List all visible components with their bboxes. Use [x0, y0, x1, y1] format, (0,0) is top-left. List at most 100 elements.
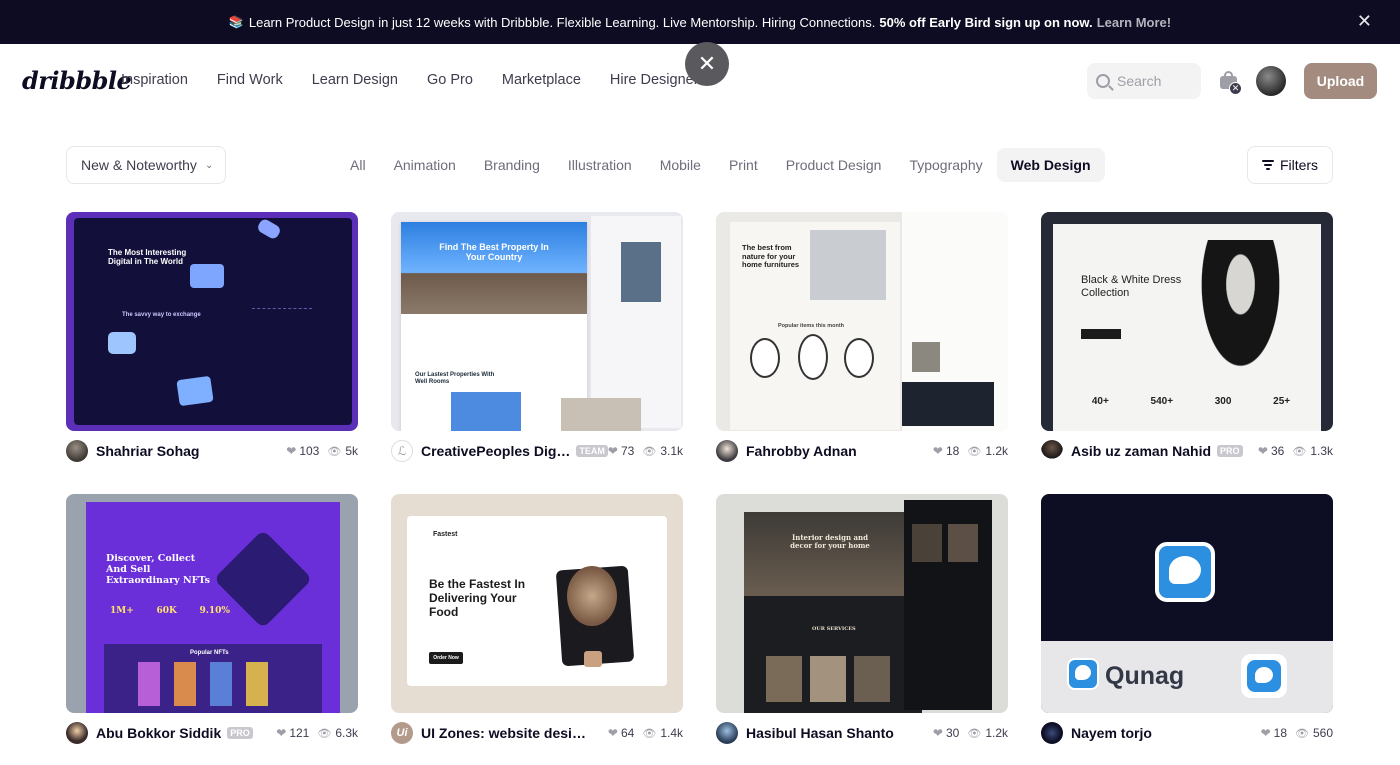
- banner-highlight: 50% off Early Bird sign up on now.: [879, 14, 1093, 30]
- tab-product-design[interactable]: Product Design: [772, 148, 896, 182]
- shot-thumbnail[interactable]: Black & White Dress Collection 40+ 540+ …: [1041, 212, 1333, 431]
- nav-link-marketplace[interactable]: Marketplace: [502, 72, 581, 88]
- dribbble-logo[interactable]: dribbble: [22, 66, 132, 95]
- shot-stats: ❤ 36 👁 1.3k: [1258, 444, 1333, 458]
- tab-animation[interactable]: Animation: [380, 148, 470, 182]
- shot-meta: Hasibul Hasan Shanto ❤ 30 👁 1.2k: [716, 721, 1008, 745]
- search-box[interactable]: [1087, 63, 1201, 99]
- shot-thumbnail[interactable]: Interior design and decor for your home …: [716, 494, 1008, 713]
- shot-art-headline: Discover, Collect And Sell Extraordinary…: [106, 553, 210, 586]
- shot-card: The best from nature for your home furni…: [716, 212, 1008, 462]
- close-icon[interactable]: ✕: [1357, 11, 1372, 32]
- upload-button[interactable]: Upload: [1304, 63, 1377, 99]
- shot-stats: ❤ 18 👁 560: [1261, 726, 1333, 740]
- author-name[interactable]: Nayem torjo: [1071, 725, 1152, 741]
- shot-meta: Nayem torjo ❤ 18 👁 560: [1041, 721, 1333, 745]
- chevron-down-icon: ⌄: [204, 159, 214, 171]
- avatar[interactable]: Ui: [391, 722, 413, 744]
- book-icon: 📚: [228, 15, 244, 29]
- shot-art-brand: Qunag: [1105, 662, 1185, 690]
- nav-link-find-work[interactable]: Find Work: [217, 72, 283, 88]
- remove-badge-icon: ✕: [1229, 82, 1242, 95]
- heart-icon[interactable]: ❤: [608, 726, 618, 740]
- likes-count: 18: [945, 444, 960, 458]
- shot-meta: Abu Bokkor Siddik PRO ❤ 121 👁 6.3k: [66, 721, 358, 745]
- author-name[interactable]: Abu Bokkor Siddik: [96, 725, 221, 741]
- nav-link-go-pro[interactable]: Go Pro: [427, 72, 473, 88]
- shot-art-stats: 40+ 540+ 300 25+: [1091, 396, 1291, 407]
- shot-meta: Shahriar Sohag ❤ 103 👁 5k: [66, 439, 358, 463]
- shopping-bag-icon[interactable]: ✕: [1219, 70, 1242, 95]
- tab-web-design[interactable]: Web Design: [996, 148, 1105, 182]
- author-name[interactable]: Asib uz zaman Nahid: [1071, 443, 1211, 459]
- eye-icon: 👁: [967, 727, 982, 740]
- eye-icon: 👁: [642, 727, 657, 740]
- heart-icon[interactable]: ❤: [933, 726, 943, 740]
- heart-icon[interactable]: ❤: [286, 444, 296, 458]
- eye-icon: 👁: [1292, 445, 1307, 458]
- heart-icon[interactable]: ❤: [276, 726, 286, 740]
- shot-thumbnail[interactable]: Discover, Collect And Sell Extraordinary…: [66, 494, 358, 713]
- shot-thumbnail[interactable]: The Most Interesting Digital in The Worl…: [66, 212, 358, 431]
- heart-icon[interactable]: ❤: [608, 444, 618, 458]
- filter-icon: [1261, 158, 1274, 172]
- filters-button[interactable]: Filters: [1247, 146, 1333, 184]
- tab-print[interactable]: Print: [715, 148, 772, 182]
- likes-count: 121: [289, 726, 310, 740]
- nav-link-inspiration[interactable]: Inspiration: [121, 72, 188, 88]
- shot-art-headline: Interior design and decor for your home: [790, 533, 870, 551]
- user-avatar[interactable]: [1256, 66, 1286, 96]
- shot-art-headline: Black & White Dress Collection: [1081, 274, 1182, 299]
- shot-thumbnail[interactable]: Qunag: [1041, 494, 1333, 713]
- eye-icon: 👁: [317, 727, 332, 740]
- eye-icon: 👁: [327, 445, 342, 458]
- views-count: 1.2k: [985, 444, 1008, 458]
- heart-icon[interactable]: ❤: [933, 444, 943, 458]
- promo-banner: 📚 Learn Product Design in just 12 weeks …: [0, 0, 1400, 44]
- shot-thumbnail[interactable]: Find The Best Property In Your Country O…: [391, 212, 683, 431]
- shot-art-brand: Fastest: [433, 531, 458, 538]
- shot-meta: ℒ CreativePeoples Digi... TEAM ❤ 73 👁 3.1k: [391, 439, 683, 463]
- likes-count: 103: [299, 444, 320, 458]
- heart-icon[interactable]: ❤: [1258, 444, 1268, 458]
- pro-badge: PRO: [227, 727, 253, 739]
- shot-thumbnail[interactable]: Fastest Be the Fastest In Delivering You…: [391, 494, 683, 713]
- nav-link-learn-design[interactable]: Learn Design: [312, 72, 398, 88]
- author-name[interactable]: Hasibul Hasan Shanto: [746, 725, 894, 741]
- shot-card: The Most Interesting Digital in The Worl…: [66, 212, 358, 462]
- shot-art-subtitle: The savvy way to exchange: [122, 312, 201, 318]
- close-overlay-button[interactable]: ✕: [685, 42, 729, 86]
- team-badge: TEAM: [576, 445, 608, 457]
- author-name[interactable]: CreativePeoples Digi...: [421, 443, 570, 459]
- tab-typography[interactable]: Typography: [895, 148, 996, 182]
- tab-illustration[interactable]: Illustration: [554, 148, 646, 182]
- avatar[interactable]: [66, 722, 88, 744]
- search-input[interactable]: [1117, 73, 1197, 89]
- avatar[interactable]: [1041, 440, 1063, 462]
- shot-art-headline: Be the Fastest In Delivering Your Food: [429, 577, 526, 619]
- tab-branding[interactable]: Branding: [470, 148, 554, 182]
- author-name[interactable]: UI Zones: website design: [421, 725, 586, 741]
- author-name[interactable]: Fahrobby Adnan: [746, 443, 857, 459]
- avatar[interactable]: ℒ: [391, 440, 413, 462]
- avatar[interactable]: [716, 440, 738, 462]
- likes-count: 73: [620, 444, 635, 458]
- avatar[interactable]: [66, 440, 88, 462]
- shot-stats: ❤ 121 👁 6.3k: [276, 726, 358, 740]
- eye-icon: 👁: [642, 445, 657, 458]
- banner-learn-more-link[interactable]: Learn More!: [1097, 15, 1171, 30]
- views-count: 1.4k: [660, 726, 683, 740]
- avatar[interactable]: [716, 722, 738, 744]
- shot-card: Discover, Collect And Sell Extraordinary…: [66, 494, 358, 744]
- tab-mobile[interactable]: Mobile: [646, 148, 715, 182]
- shot-card: Find The Best Property In Your Country O…: [391, 212, 683, 462]
- tab-all[interactable]: All: [336, 148, 380, 182]
- avatar[interactable]: [1041, 722, 1063, 744]
- views-count: 1.2k: [985, 726, 1008, 740]
- shot-stats: ❤ 73 👁 3.1k: [608, 444, 683, 458]
- author-name[interactable]: Shahriar Sohag: [96, 443, 199, 459]
- shot-stats: ❤ 30 👁 1.2k: [933, 726, 1008, 740]
- heart-icon[interactable]: ❤: [1261, 726, 1271, 740]
- sort-dropdown[interactable]: New & Noteworthy ⌄: [66, 146, 226, 184]
- shot-thumbnail[interactable]: The best from nature for your home furni…: [716, 212, 1008, 431]
